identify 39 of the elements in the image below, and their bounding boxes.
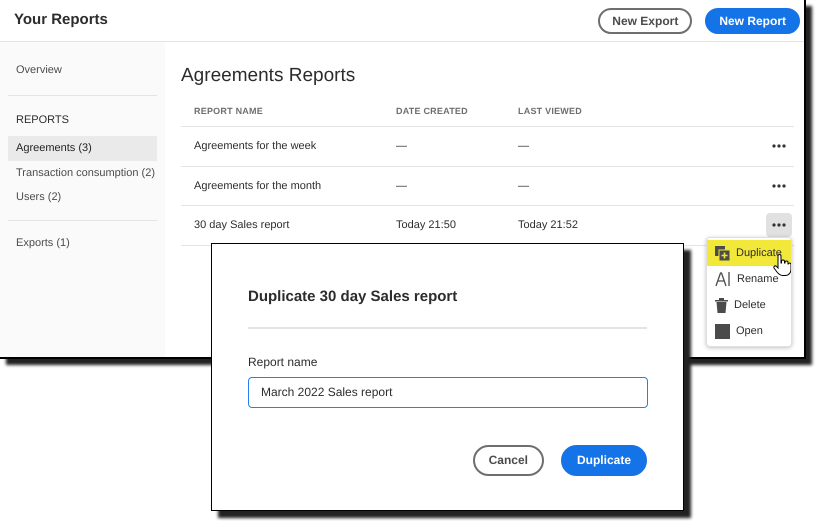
field-label: Report name (248, 354, 318, 370)
primary-button[interactable]: New Report (705, 8, 800, 34)
table-cell-text: — (396, 139, 408, 154)
menu-item[interactable]: Delete (707, 292, 791, 318)
sidebar-item[interactable]: Agreements (3) (8, 136, 157, 160)
report-name-field[interactable]: March 2022 Sales report (248, 376, 648, 408)
table-cell-text: — (518, 178, 530, 194)
dialog-title: Duplicate 30 day Sales report (248, 286, 647, 328)
ellipsis-icon (772, 223, 786, 228)
column-header: LAST VIEWED (518, 104, 583, 118)
menu-item[interactable]: Open (707, 318, 791, 344)
secondary-button[interactable]: New Export (598, 8, 692, 34)
menu-item[interactable]: Rename (707, 266, 791, 292)
more-button[interactable] (766, 213, 792, 238)
menu-item[interactable]: Duplicate (707, 240, 791, 266)
square-icon (715, 324, 730, 338)
trash-icon (715, 298, 728, 312)
text-cursor-icon (715, 271, 731, 287)
sidebar-item[interactable]: Overview (8, 58, 157, 82)
sidebar-item[interactable]: Users (2) (8, 185, 157, 210)
ellipsis-icon (772, 144, 786, 148)
column-header: DATE CREATED (396, 104, 469, 118)
table-cell-text: 30 day Sales report (194, 218, 290, 233)
table-cell-text: Today 21:52 (518, 218, 579, 233)
section-title: Agreements Reports (181, 64, 356, 88)
sidebar-item[interactable]: Exports (1) (8, 230, 157, 255)
ellipsis-icon (772, 184, 786, 188)
table-cell-text: — (518, 139, 530, 154)
table-cell-text: Agreements for the week (194, 139, 318, 154)
column-header: REPORT NAME (194, 104, 264, 118)
primary-button[interactable]: Duplicate (560, 444, 647, 476)
table-cell-text: Agreements for the month (194, 178, 322, 194)
sidebar-item[interactable]: Transaction consumption (2) (8, 160, 157, 185)
secondary-button[interactable]: Cancel (472, 444, 544, 476)
table-cell-text: Today 21:50 (396, 218, 457, 233)
duplicate-icon (715, 246, 730, 260)
section-heading: REPORTS (15, 112, 70, 128)
page-title: Your Reports (14, 10, 108, 30)
table-cell-text: — (396, 178, 408, 194)
